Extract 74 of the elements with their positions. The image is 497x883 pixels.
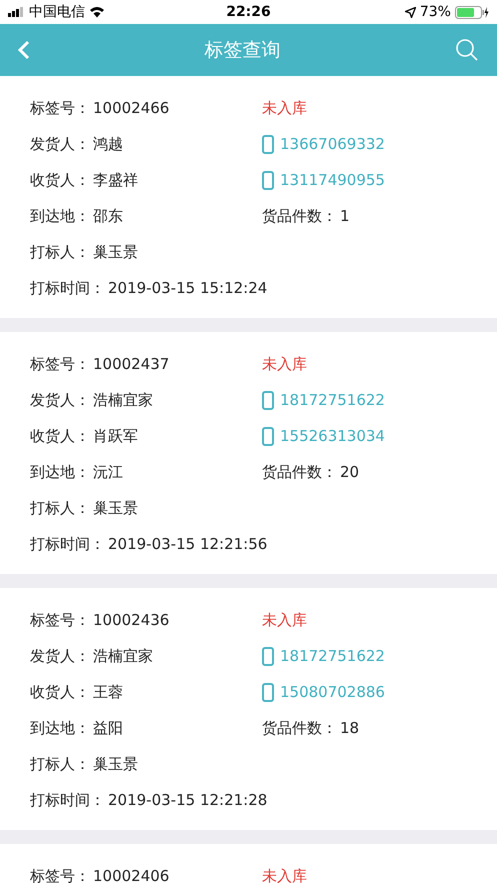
field-label: 发货人：	[30, 134, 90, 154]
field-value: 王蓉	[93, 682, 123, 702]
page-title: 标签查询	[204, 38, 280, 63]
field-value: 2019-03-15 15:12:24	[108, 279, 268, 297]
field-label: 打标人：	[30, 754, 90, 774]
field-label: 打标时间：	[30, 790, 105, 810]
field-label: 发货人：	[30, 646, 90, 666]
label-card[interactable]: 标签号： 10002406 未入库	[0, 844, 497, 883]
back-icon	[18, 40, 30, 60]
carrier-name: 中国电信	[29, 3, 85, 21]
field-label: 货品件数：	[262, 206, 337, 226]
field-label: 货品件数：	[262, 718, 337, 738]
tag-number: 10002406	[93, 867, 170, 883]
field-value: 2019-03-15 12:21:56	[108, 535, 268, 553]
field-label: 收货人：	[30, 170, 90, 190]
phone-icon	[262, 646, 274, 666]
phone-link[interactable]: 13117490955	[280, 171, 385, 189]
phone-icon	[262, 134, 274, 154]
field-value: 鸿越	[93, 134, 123, 154]
phone-icon	[262, 682, 274, 702]
battery-percent: 73%	[420, 4, 451, 20]
field-value: 巢玉景	[93, 754, 138, 774]
field-label: 标签号：	[30, 610, 90, 630]
status-text: 未入库	[262, 866, 307, 883]
field-value: 浩楠宜家	[93, 390, 153, 410]
phone-icon	[262, 426, 274, 446]
field-value: 巢玉景	[93, 242, 138, 262]
battery-icon	[454, 6, 489, 18]
status-text: 未入库	[262, 610, 307, 630]
field-label: 打标时间：	[30, 534, 105, 554]
field-label: 货品件数：	[262, 462, 337, 482]
field-label: 打标时间：	[30, 278, 105, 298]
label-card[interactable]: 标签号： 10002437 未入库 发货人： 浩楠宜家 18172751622 收货人： 肖跃军 15526313034 到达地： 沅江 货品件数： 20 打标人： 巢玉景 打标时间： 2019-03-15 12:21:56	[0, 332, 497, 574]
label-card[interactable]: 标签号： 10002436 未入库 发货人： 浩楠宜家 18172751622 收货人： 王蓉 15080702886 到达地： 益阳 货品件数： 18 打标人： 巢玉景 打标时间： 2019-03-15 12:21:28	[0, 588, 497, 830]
field-label: 标签号：	[30, 354, 90, 374]
phone-link[interactable]: 13667069332	[280, 135, 385, 153]
field-value: 1	[340, 207, 350, 225]
phone-link[interactable]: 15080702886	[280, 683, 385, 701]
field-value: 18	[340, 719, 360, 737]
label-card[interactable]: 标签号： 10002466 未入库 发货人： 鸿越 13667069332 收货人： 李盛祥 13117490955 到达地： 邵东 货品件数： 1 打标人： 巢玉景 打标时间： 2019-03-15 15:12:24	[0, 76, 497, 318]
field-label: 收货人：	[30, 682, 90, 702]
clock-time: 22:26	[226, 4, 271, 20]
field-value: 巢玉景	[93, 498, 138, 518]
field-label: 标签号：	[30, 866, 90, 883]
field-label: 打标人：	[30, 242, 90, 262]
field-label: 到达地：	[30, 462, 90, 482]
field-label: 收货人：	[30, 426, 90, 446]
status-text: 未入库	[262, 98, 307, 118]
phone-link[interactable]: 15526313034	[280, 427, 385, 445]
tag-number: 10002466	[93, 99, 170, 117]
location-icon	[404, 6, 416, 18]
phone-icon	[262, 170, 274, 190]
field-value: 2019-03-15 12:21:28	[108, 791, 268, 809]
field-value: 浩楠宜家	[93, 646, 153, 666]
field-value: 李盛祥	[93, 170, 138, 190]
phone-link[interactable]: 18172751622	[280, 391, 385, 409]
field-label: 到达地：	[30, 206, 90, 226]
field-value: 20	[340, 463, 360, 481]
wifi-icon	[89, 6, 105, 18]
field-label: 发货人：	[30, 390, 90, 410]
field-label: 打标人：	[30, 498, 90, 518]
field-label: 到达地：	[30, 718, 90, 738]
status-text: 未入库	[262, 354, 307, 374]
field-value: 沅江	[93, 462, 123, 482]
search-icon	[455, 38, 479, 62]
tag-number: 10002436	[93, 611, 170, 629]
signal-icon	[8, 7, 25, 17]
phone-icon	[262, 390, 274, 410]
field-value: 益阳	[93, 718, 123, 738]
tag-number: 10002437	[93, 355, 170, 373]
field-value: 肖跃军	[93, 426, 138, 446]
field-value: 邵东	[93, 206, 123, 226]
field-label: 标签号：	[30, 98, 90, 118]
phone-link[interactable]: 18172751622	[280, 647, 385, 665]
